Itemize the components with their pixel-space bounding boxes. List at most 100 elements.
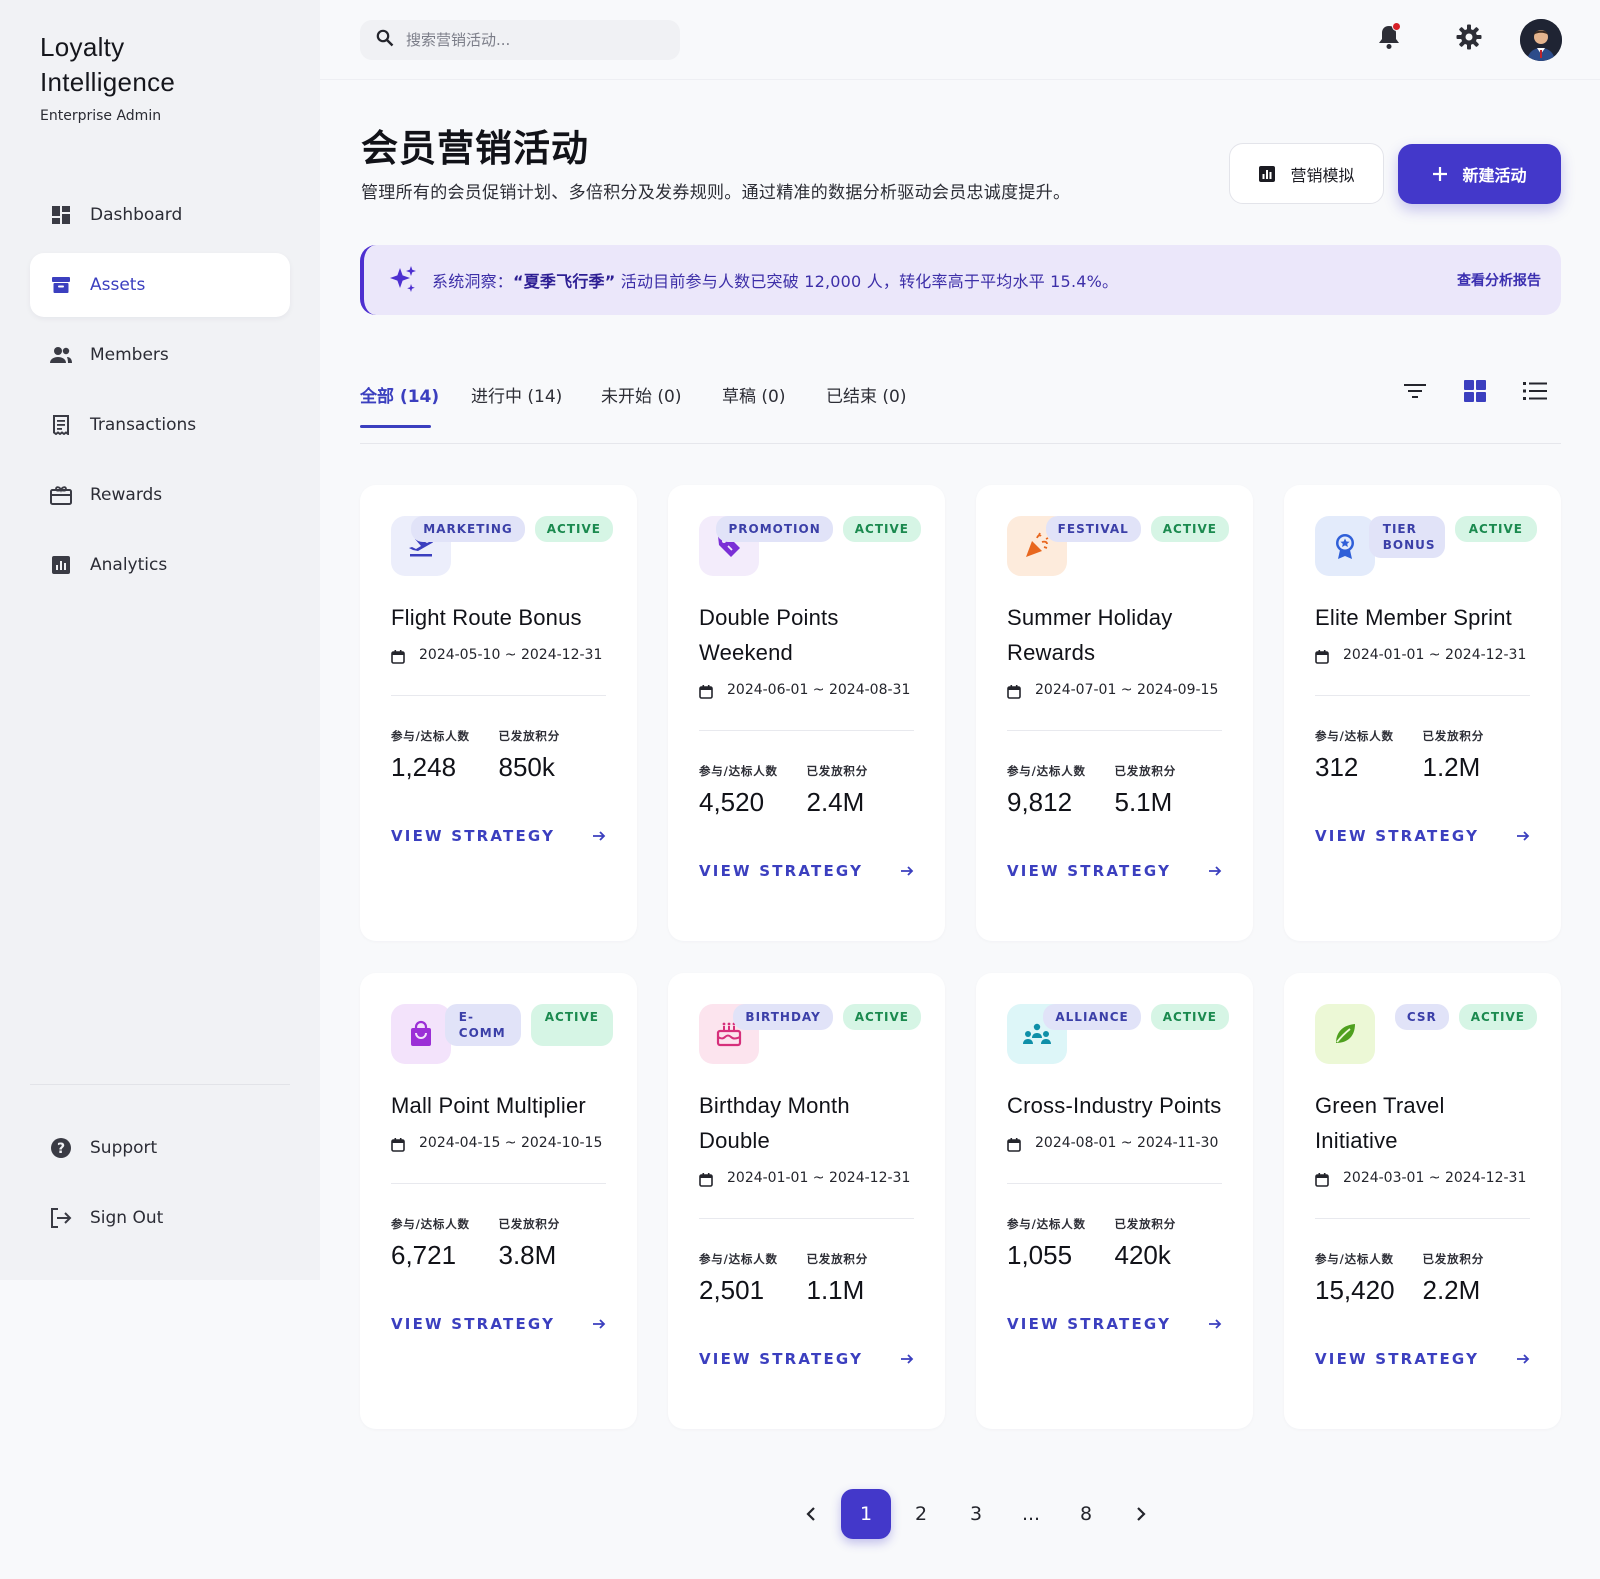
page-button-2[interactable]: 2 xyxy=(896,1489,946,1539)
view-strategy-link[interactable]: VIEW STRATEGY xyxy=(1007,1315,1222,1333)
people-icon xyxy=(50,344,72,366)
points-value: 2.2M xyxy=(1422,1275,1481,1305)
category-badge: BIRTHDAY xyxy=(733,1004,833,1030)
sidebar-item-label: Rewards xyxy=(90,485,163,505)
insight-banner: 系统洞察：“夏季飞行季” 活动目前参与人数已突破 12,000 人，转化率高于平… xyxy=(360,245,1561,315)
participants-label: 参与/达标人数 xyxy=(391,1217,470,1231)
gear-icon xyxy=(1456,24,1482,54)
category-badge: PROMOTION xyxy=(716,516,833,542)
campaign-card[interactable]: FESTIVAL ACTIVE Summer Holiday Rewards 20… xyxy=(976,485,1253,941)
tab-draft[interactable]: 草稿 (0) xyxy=(722,382,785,407)
view-strategy-label: VIEW STRATEGY xyxy=(391,827,556,845)
participants-value: 1,055 xyxy=(1007,1240,1073,1270)
simulation-button[interactable]: 营销模拟 xyxy=(1229,143,1384,204)
card-date-range: 2024-01-01 ~ 2024-12-31 xyxy=(1315,645,1530,665)
help-icon: ? xyxy=(50,1137,72,1159)
card-date-range: 2024-03-01 ~ 2024-12-31 xyxy=(1315,1168,1530,1188)
view-strategy-label: VIEW STRATEGY xyxy=(699,1350,864,1368)
calendar-icon xyxy=(1315,1173,1329,1187)
tab-all[interactable]: 全部 (14) xyxy=(360,382,439,407)
status-badge: ACTIVE xyxy=(1150,1004,1229,1030)
sidebar-item-rewards[interactable]: Rewards xyxy=(30,463,290,527)
campaign-card[interactable]: BIRTHDAY ACTIVE Birthday Month Double 202… xyxy=(668,973,945,1429)
tab-not-started[interactable]: 未开始 (0) xyxy=(601,382,681,407)
card-date: 2024-04-15 ~ 2024-10-15 xyxy=(419,1135,603,1151)
view-strategy-label: VIEW STRATEGY xyxy=(1315,827,1480,845)
view-strategy-link[interactable]: VIEW STRATEGY xyxy=(699,1350,914,1368)
sidebar-item-analytics[interactable]: Analytics xyxy=(30,533,290,597)
grid-view-icon[interactable] xyxy=(1460,376,1490,406)
card-title: Cross-Industry Points xyxy=(1007,1093,1222,1118)
list-view-icon[interactable] xyxy=(1520,376,1550,406)
page-ellipsis: ... xyxy=(1021,1503,1041,1525)
category-badge: CSR xyxy=(1394,1004,1449,1030)
sidebar-item-sign-out[interactable]: Sign Out xyxy=(30,1186,290,1250)
settings-button[interactable] xyxy=(1450,20,1488,58)
participants-value: 9,812 xyxy=(1007,787,1073,817)
avatar[interactable] xyxy=(1520,19,1562,61)
tab-in-progress[interactable]: 进行中 (14) xyxy=(471,382,562,407)
points-label: 已发放积分 xyxy=(1114,1217,1176,1231)
view-strategy-link[interactable]: VIEW STRATEGY xyxy=(391,1315,606,1333)
card-divider xyxy=(1315,695,1530,696)
view-strategy-link[interactable]: VIEW STRATEGY xyxy=(699,862,914,880)
participants-label: 参与/达标人数 xyxy=(1007,1217,1086,1231)
dashboard-icon xyxy=(50,204,72,226)
page-button-8[interactable]: 8 xyxy=(1061,1489,1111,1539)
archive-icon xyxy=(50,274,72,296)
card-date-range: 2024-08-01 ~ 2024-11-30 xyxy=(1007,1133,1222,1153)
search-input[interactable] xyxy=(406,31,656,49)
campaign-card[interactable]: E-COMM ACTIVE Mall Point Multiplier 2024-… xyxy=(360,973,637,1429)
arrow-right-icon xyxy=(1209,1319,1222,1329)
new-campaign-button[interactable]: 新建活动 xyxy=(1398,144,1561,204)
view-strategy-label: VIEW STRATEGY xyxy=(699,862,864,880)
active-tab-indicator xyxy=(360,425,431,428)
insight-report-link[interactable]: 查看分析报告 xyxy=(1457,270,1541,290)
card-date: 2024-07-01 ~ 2024-09-15 xyxy=(1035,682,1219,698)
page-button-3[interactable]: 3 xyxy=(951,1489,1001,1539)
topbar xyxy=(320,0,1600,80)
card-divider xyxy=(391,1183,606,1184)
page-button-1[interactable]: 1 xyxy=(841,1489,891,1539)
sidebar-item-members[interactable]: Members xyxy=(30,323,290,387)
arrow-right-icon xyxy=(1517,1354,1530,1364)
sidebar: Loyalty Intelligence Enterprise Admin Da… xyxy=(0,0,320,1280)
pagination: 1 2 3 ... 8 xyxy=(786,1489,1171,1539)
sidebar-item-support[interactable]: ? Support xyxy=(30,1116,290,1180)
calendar-icon xyxy=(1315,650,1329,664)
view-strategy-link[interactable]: VIEW STRATEGY xyxy=(1007,862,1222,880)
tab-ended[interactable]: 已结束 (0) xyxy=(826,382,906,407)
campaign-card[interactable]: CSR ACTIVE Green Travel Initiative 2024-0… xyxy=(1284,973,1561,1429)
search-box[interactable] xyxy=(360,20,680,60)
notification-dot xyxy=(1392,22,1401,31)
sidebar-item-transactions[interactable]: Transactions xyxy=(30,393,290,457)
participants-label: 参与/达标人数 xyxy=(1315,729,1394,743)
sidebar-item-dashboard[interactable]: Dashboard xyxy=(30,183,290,247)
category-badge: E-COMM xyxy=(444,1004,521,1046)
notifications-button[interactable] xyxy=(1370,20,1408,58)
view-strategy-label: VIEW STRATEGY xyxy=(391,1315,556,1333)
sidebar-item-assets[interactable]: Assets xyxy=(30,253,290,317)
arrow-right-icon xyxy=(593,1319,606,1329)
campaign-card[interactable]: ALLIANCE ACTIVE Cross-Industry Points 202… xyxy=(976,973,1253,1429)
points-label: 已发放积分 xyxy=(1422,729,1484,743)
view-strategy-link[interactable]: VIEW STRATEGY xyxy=(391,827,606,845)
participants-value: 1,248 xyxy=(391,752,457,782)
campaign-card[interactable]: MARKETING ACTIVE Flight Route Bonus 2024… xyxy=(360,485,637,941)
filter-icon[interactable] xyxy=(1400,376,1430,406)
campaign-card[interactable]: TIER BONUS ACTIVE Elite Member Sprint 202… xyxy=(1284,485,1561,941)
sparkle-icon xyxy=(388,265,418,295)
logout-icon xyxy=(50,1207,72,1229)
brand: Loyalty Intelligence Enterprise Admin xyxy=(40,30,175,124)
view-strategy-link[interactable]: VIEW STRATEGY xyxy=(1315,827,1530,845)
view-strategy-link[interactable]: VIEW STRATEGY xyxy=(1315,1350,1530,1368)
category-badge-text: E-COMM xyxy=(458,1010,506,1040)
calendar-icon xyxy=(1007,685,1021,699)
campaign-card[interactable]: PROMOTION ACTIVE Double Points Weekend 20… xyxy=(668,485,945,941)
sidebar-item-label: Support xyxy=(90,1138,158,1158)
prev-page-button[interactable] xyxy=(786,1489,836,1539)
bar-chart-icon xyxy=(50,554,72,576)
arrow-right-icon xyxy=(1517,831,1530,841)
arrow-right-icon xyxy=(1209,866,1222,876)
next-page-button[interactable] xyxy=(1116,1489,1166,1539)
